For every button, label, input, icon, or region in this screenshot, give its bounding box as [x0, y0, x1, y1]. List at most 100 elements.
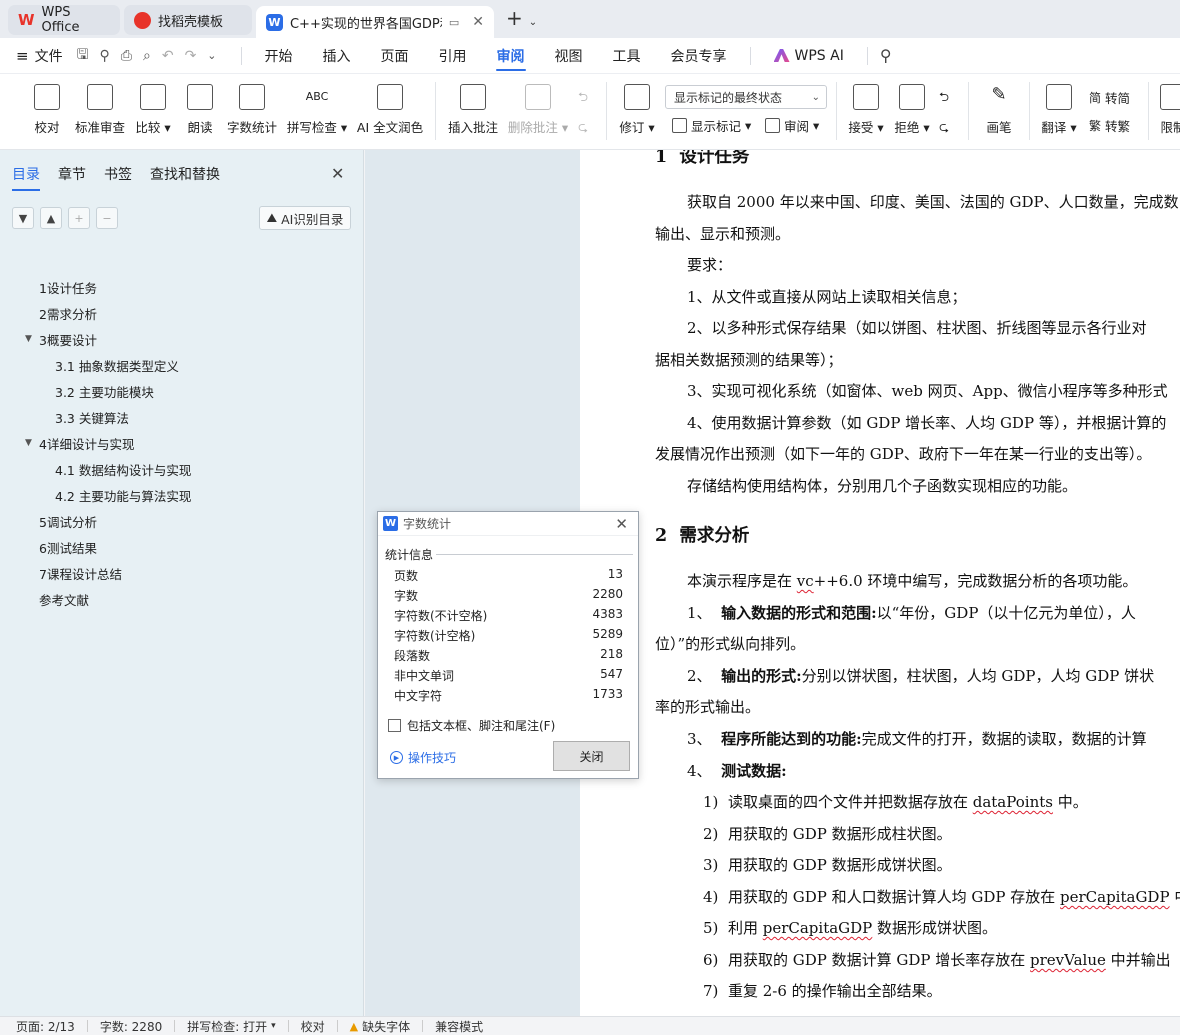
- tab-label: WPS Office: [41, 5, 80, 35]
- tab-bookmarks[interactable]: 书签: [104, 164, 132, 189]
- paragraph: 本演示程序是在 vc++6.0 环境中编写，完成数据分析的各项功能。: [687, 572, 1138, 590]
- wps-ai-button[interactable]: WPS AI: [759, 38, 859, 74]
- toc-item[interactable]: 参考文献: [0, 586, 364, 612]
- tab-chapters[interactable]: 章节: [58, 164, 86, 189]
- print-icon[interactable]: ⎙: [121, 48, 132, 64]
- more-chevron-icon[interactable]: ⌄: [207, 49, 216, 62]
- restrict-editing-button[interactable]: 限制: [1158, 74, 1180, 150]
- menu-review[interactable]: 审阅: [482, 38, 540, 74]
- ai-toc-button[interactable]: ⛰ AI识别目录: [259, 206, 351, 230]
- close-pane-icon[interactable]: ✕: [331, 164, 344, 183]
- toc-item[interactable]: 3.3 关键算法: [0, 404, 364, 430]
- close-button[interactable]: 关闭: [553, 741, 630, 771]
- divider: [866, 46, 868, 65]
- toc-item[interactable]: 2需求分析: [0, 300, 364, 326]
- tab-find-replace[interactable]: 查找和替换: [150, 164, 220, 189]
- toc-item[interactable]: 7课程设计总结: [0, 560, 364, 586]
- track-changes-icon: [624, 84, 650, 110]
- menu-view[interactable]: 视图: [540, 38, 598, 74]
- previous-comment-icon[interactable]: ⮌: [578, 88, 588, 109]
- expand-triangle-icon[interactable]: ▼: [25, 438, 32, 448]
- expand-triangle-icon[interactable]: ▼: [25, 334, 32, 344]
- proofread-status[interactable]: 校对: [301, 1018, 325, 1035]
- include-footnotes-checkbox[interactable]: 包括文本框、脚注和尾注(F): [388, 717, 555, 734]
- read-aloud-button[interactable]: 朗读: [186, 74, 214, 150]
- hamburger-icon[interactable]: ≡: [16, 47, 29, 65]
- remove-heading-icon[interactable]: −: [96, 207, 118, 229]
- save-icon[interactable]: 🖫: [77, 44, 89, 68]
- document-page[interactable]: 1 设计任务 获取自 2000 年以来中国、印度、美国、法国的 GDP、人口数量…: [580, 150, 1180, 1016]
- menu-membership[interactable]: 会员专享: [656, 38, 742, 74]
- tips-link[interactable]: ▶ 操作技巧: [390, 749, 456, 766]
- checkbox-box[interactable]: [388, 719, 401, 732]
- menu-references[interactable]: 引用: [424, 38, 482, 74]
- search-icon[interactable]: ⚲: [880, 46, 892, 65]
- redo-icon[interactable]: ↷: [185, 48, 197, 64]
- toc-item[interactable]: 4.2 主要功能与算法实现: [0, 482, 364, 508]
- markup-display-select[interactable]: 显示标记的最终状态 ⌄: [665, 85, 827, 109]
- spell-check-button[interactable]: ABC 拼写检查 ▾: [287, 74, 347, 150]
- collapse-up-icon[interactable]: ▲: [40, 207, 62, 229]
- read-aloud-icon: [187, 84, 213, 110]
- tab-document[interactable]: W C++实现的世界各国GDP和人 ▭ ✕: [256, 6, 494, 38]
- menu-tools[interactable]: 工具: [598, 38, 656, 74]
- stat-row: 非中文单词 547: [394, 667, 623, 684]
- list-item: 率的形式输出。: [655, 698, 761, 716]
- tab-wps-office[interactable]: W WPS Office: [8, 5, 120, 35]
- to-traditional-button[interactable]: 繁 转繁: [1089, 116, 1130, 135]
- dialog-close-icon[interactable]: ✕: [615, 515, 628, 533]
- expand-down-icon[interactable]: ▼: [12, 207, 34, 229]
- next-comment-icon[interactable]: ⮎: [578, 118, 588, 139]
- track-changes-button[interactable]: 修订 ▾: [618, 74, 656, 150]
- show-markup-icon: [672, 118, 687, 133]
- toc-item[interactable]: 1设计任务: [0, 274, 364, 300]
- chevron-down-icon[interactable]: ⌄: [529, 17, 537, 28]
- spell-check-status[interactable]: 拼写检查: 打开 ▾: [187, 1018, 275, 1035]
- toc-item[interactable]: 3.2 主要功能模块: [0, 378, 364, 404]
- show-markup-button[interactable]: 显示标记 ▾: [672, 116, 751, 135]
- dialog-titlebar[interactable]: W 字数统计: [378, 512, 638, 536]
- add-heading-icon[interactable]: +: [68, 207, 90, 229]
- insert-comment-button[interactable]: 插入批注: [448, 74, 498, 150]
- review-pane-button[interactable]: 审阅 ▾: [765, 116, 819, 135]
- menu-page[interactable]: 页面: [366, 38, 424, 74]
- file-menu[interactable]: 文件: [35, 46, 63, 66]
- accept-button[interactable]: 接受 ▾: [847, 74, 885, 150]
- toc-item[interactable]: 5调试分析: [0, 508, 364, 534]
- ink-button[interactable]: ✎ 画笔: [985, 74, 1013, 150]
- print-preview-icon[interactable]: ⌕: [143, 48, 151, 64]
- word-count-indicator[interactable]: 字数: 2280: [100, 1018, 162, 1035]
- missing-font-status[interactable]: ▲ 缺失字体: [350, 1018, 410, 1035]
- delete-comment-button[interactable]: 删除批注 ▾: [508, 74, 568, 150]
- standard-review-button[interactable]: 标准审查: [74, 74, 126, 150]
- dialog-title: 字数统计: [403, 517, 452, 531]
- toc-item[interactable]: 6测试结果: [0, 534, 364, 560]
- tab-toc[interactable]: 目录: [12, 164, 40, 191]
- toc-item[interactable]: 3.1 抽象数据类型定义: [0, 352, 364, 378]
- translate-icon: [1046, 84, 1072, 110]
- toc-item[interactable]: ▼ 4详细设计与实现: [0, 430, 364, 456]
- ai-polish-button[interactable]: AI 全文润色: [357, 74, 423, 150]
- to-simplified-button[interactable]: 简 转简: [1089, 88, 1130, 107]
- test-item: 4) 用获取的 GDP 和人口数据计算人均 GDP 存放在 perCapitaG…: [703, 888, 1180, 906]
- translate-button[interactable]: 翻译 ▾: [1041, 74, 1077, 150]
- toc-item[interactable]: ▼ 3概要设计: [0, 326, 364, 352]
- close-tab-icon[interactable]: ✕: [472, 14, 484, 30]
- compare-button[interactable]: 比较 ▾: [135, 74, 171, 150]
- previous-change-icon[interactable]: ⮌: [939, 88, 949, 109]
- title-tab-bar: W WPS Office 找稻壳模板 W C++实现的世界各国GDP和人 ▭ ✕…: [0, 0, 1180, 38]
- paragraph: 要求：: [687, 256, 733, 274]
- page-indicator[interactable]: 页面: 2/13: [16, 1018, 75, 1035]
- wps-ai-logo-icon: [773, 49, 790, 62]
- toc-item[interactable]: 4.1 数据结构设计与实现: [0, 456, 364, 482]
- proofread-button[interactable]: 校对: [32, 74, 62, 150]
- reject-button[interactable]: 拒绝 ▾: [893, 74, 931, 150]
- next-change-icon[interactable]: ⮎: [939, 118, 949, 139]
- tab-template[interactable]: 找稻壳模板: [124, 5, 252, 35]
- new-tab-icon[interactable]: +: [506, 6, 523, 30]
- menu-home[interactable]: 开始: [250, 38, 308, 74]
- menu-insert[interactable]: 插入: [308, 38, 366, 74]
- undo-icon[interactable]: ↶: [162, 48, 174, 64]
- word-count-button[interactable]: 字数统计: [226, 74, 278, 150]
- share-icon[interactable]: ⚲: [100, 48, 110, 64]
